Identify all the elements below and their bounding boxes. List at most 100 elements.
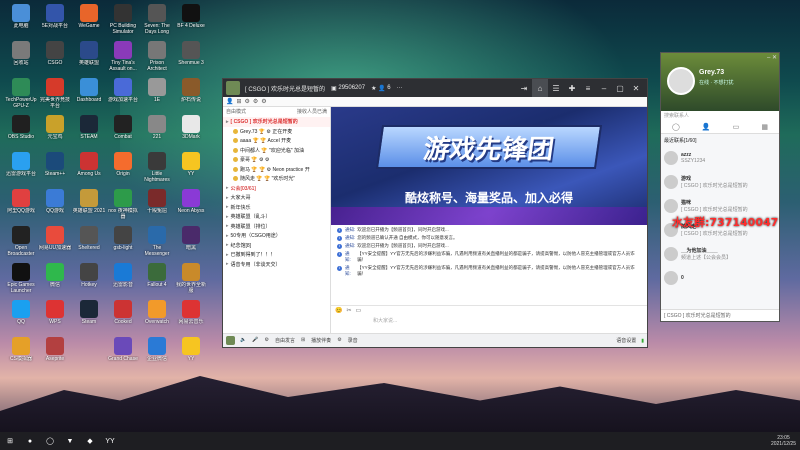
status-control[interactable]: 播放伴奏 <box>311 337 331 344</box>
desktop-icon[interactable]: Sheltered <box>72 224 106 264</box>
channel-tool-icon[interactable]: ⚙ <box>245 98 250 105</box>
panel-window-controls[interactable]: – ✕ <box>767 54 777 61</box>
gamepad-icon[interactable]: ✚ <box>564 79 580 97</box>
channel-item[interactable]: ▸ 英雄联盟（排位） <box>223 222 330 232</box>
desktop-icon[interactable]: Cooked <box>106 298 140 338</box>
status-control[interactable]: 🎤 <box>252 337 258 344</box>
desktop-icon[interactable]: Little Nightmares <box>140 150 174 190</box>
channel-item[interactable]: ▸ 语音专用（非谈天交） <box>223 260 330 270</box>
menu-icon[interactable]: ≡ <box>580 79 596 97</box>
contact-row[interactable]: __为他加油____ 频道上述【公会会员】 <box>661 242 779 266</box>
maximize-icon[interactable]: ▢ <box>612 79 628 97</box>
profile-status[interactable]: 在线 · 不想打扰 <box>699 79 733 86</box>
taskbar-app-icon[interactable]: ◆ <box>84 435 96 447</box>
channel-item[interactable]: aaaa 🏆 🏆 Accel 开麦 <box>223 136 330 146</box>
desktop-icon[interactable]: Combat <box>106 113 140 153</box>
desktop-icon[interactable]: 迅雷游戏平台 <box>4 150 38 190</box>
desktop-icon[interactable]: 221 <box>140 113 174 153</box>
desktop-icon[interactable]: Steam++ <box>38 150 72 190</box>
desktop-icon[interactable]: WPS <box>38 298 72 338</box>
taskbar-app-icon[interactable]: ● <box>24 435 36 447</box>
desktop-icon[interactable]: 企业微信 <box>140 335 174 375</box>
channel-item[interactable]: ▸ 新年快乐 <box>223 203 330 213</box>
desktop-icon[interactable]: Shenmue 3 <box>174 39 208 79</box>
taskbar-app-icon[interactable]: ⊞ <box>4 435 16 447</box>
close-icon[interactable]: ✕ <box>628 79 644 97</box>
desktop-icon[interactable]: 迅雷影音 <box>106 261 140 301</box>
desktop-icon[interactable]: 游戏加速平台 <box>106 76 140 116</box>
channel-item[interactable]: ▸ 已撤到得到了！！！ <box>223 250 330 260</box>
channel-item[interactable]: ▸ 50专用（CSGO用途） <box>223 231 330 241</box>
contact-search-input[interactable]: 搜索联系人 <box>661 111 779 120</box>
channel-item[interactable]: 跑马 🏆 🏆 ⚙ Neon practice 开 <box>223 165 330 175</box>
desktop-icon[interactable]: 此电脑 <box>4 2 38 42</box>
status-control[interactable]: ⊞ <box>301 337 305 344</box>
desktop-icon[interactable]: CSGO <box>38 39 72 79</box>
star-icon[interactable]: ★ <box>371 85 378 92</box>
taskbar-app-icon[interactable]: ◯ <box>44 435 56 447</box>
desktop-icon[interactable]: 微信 <box>38 261 72 301</box>
desktop-icon[interactable]: YY <box>174 150 208 190</box>
channel-tool-icon[interactable]: ⊞ <box>236 98 241 105</box>
desktop-icon[interactable]: 网易UU加速器 <box>38 224 72 264</box>
contact-row[interactable]: azzz SSZY1234 <box>661 146 779 170</box>
desktop-icon[interactable]: OBS Studio <box>4 113 38 153</box>
channel-item[interactable]: 中间都人 🏆 "欢迎光临" 加油 <box>223 146 330 156</box>
channel-avatar[interactable] <box>226 81 240 95</box>
desktop-icon[interactable]: 炉石传说 <box>174 76 208 116</box>
desktop-icon[interactable]: Epic Games Launcher <box>4 261 38 301</box>
promo-banner[interactable]: 游戏先锋团 酷炫称号、海量奖品、加入必得 <box>331 107 647 225</box>
desktop-icon[interactable]: QQ游戏 <box>38 187 72 227</box>
desktop-icon[interactable]: gsb-light <box>106 224 140 264</box>
desktop-icon[interactable]: QQ <box>4 298 38 338</box>
desktop-icon[interactable]: nox 夜神模拟器 <box>106 187 140 227</box>
voice-settings-button[interactable]: 语音设置 <box>616 337 636 344</box>
input-tool-icon[interactable]: 😊 <box>335 307 342 314</box>
chat-input[interactable]: 和大家说... <box>331 315 647 326</box>
status-control[interactable]: ⚙ <box>337 337 341 344</box>
desktop-icon[interactable]: Overwatch <box>140 298 174 338</box>
channel-item[interactable]: ▸[ CSGO ] 欢乐时光总是短暂的 <box>223 117 330 127</box>
desktop-icon[interactable]: Hotkey <box>72 261 106 301</box>
contact-tab[interactable]: ▦ <box>761 123 768 131</box>
panel-bottom-bar[interactable]: [ CSGO ] 欢乐时光总是短暂的 <box>661 309 779 321</box>
taskbar-app-icon[interactable]: ▼ <box>64 435 76 447</box>
channel-item[interactable]: ▸ 英雄联盟（乱斗） <box>223 212 330 222</box>
mode-selector[interactable]: 自由模式 <box>226 108 246 116</box>
channel-tool-icon[interactable]: 👤 <box>226 98 233 105</box>
desktop-icon[interactable]: 5E对战平台 <box>38 2 72 42</box>
desktop-icon[interactable]: Open Broadcaster <box>4 224 38 264</box>
desktop-icon[interactable]: Neon Abyss <box>174 187 208 227</box>
desktop-icon[interactable]: Dashboard <box>72 76 106 116</box>
desktop-icon[interactable]: 1E <box>140 76 174 116</box>
desktop-icon[interactable]: CS模拟器 <box>4 335 38 375</box>
status-control[interactable]: 自由发言 <box>275 337 295 344</box>
desktop-icon[interactable]: Origin <box>106 150 140 190</box>
channel-item[interactable]: ▸ 公会[03/61] <box>223 184 330 194</box>
home-icon[interactable]: ⌂ <box>532 79 548 97</box>
channel-tool-icon[interactable]: ⚙ <box>261 98 266 105</box>
desktop-icon[interactable]: 英雄联盟 2021 <box>72 187 106 227</box>
more-icon[interactable]: ··· <box>397 85 403 91</box>
contact-row[interactable]: 0 <box>661 266 779 290</box>
desktop-icon[interactable]: Grand Chase <box>106 335 140 375</box>
share-icon[interactable]: ⇥ <box>516 79 532 97</box>
minimize-icon[interactable]: – <box>596 79 612 97</box>
channel-item[interactable]: 豪哥 🏆 ⚙ ⚙ <box>223 155 330 165</box>
input-tool-icon[interactable]: ▭ <box>356 307 362 314</box>
desktop-icon[interactable]: Steam <box>72 298 106 338</box>
status-control[interactable]: 🔈 <box>240 337 246 344</box>
desktop-icon[interactable]: 英雄联盟 <box>72 39 106 79</box>
desktop-icon[interactable]: 3DMark <box>174 113 208 153</box>
status-control[interactable]: ⚙ <box>264 337 268 344</box>
desktop-icon[interactable]: The Messenger <box>140 224 174 264</box>
desktop-icon[interactable]: STEAM <box>72 113 106 153</box>
list-icon[interactable]: ☰ <box>548 79 564 97</box>
desktop-icon[interactable]: TechPowerUp GPU-Z <box>4 76 38 116</box>
desktop-icon[interactable]: YY <box>174 335 208 375</box>
profile-avatar[interactable] <box>667 67 695 95</box>
taskbar-clock[interactable]: 23:05 2021/12/25 <box>771 435 796 447</box>
desktop-icon[interactable]: 网易云音乐 <box>174 298 208 338</box>
desktop-icon[interactable]: Among Us <box>72 150 106 190</box>
channel-item[interactable]: ▸ 大家大哥 <box>223 193 330 203</box>
